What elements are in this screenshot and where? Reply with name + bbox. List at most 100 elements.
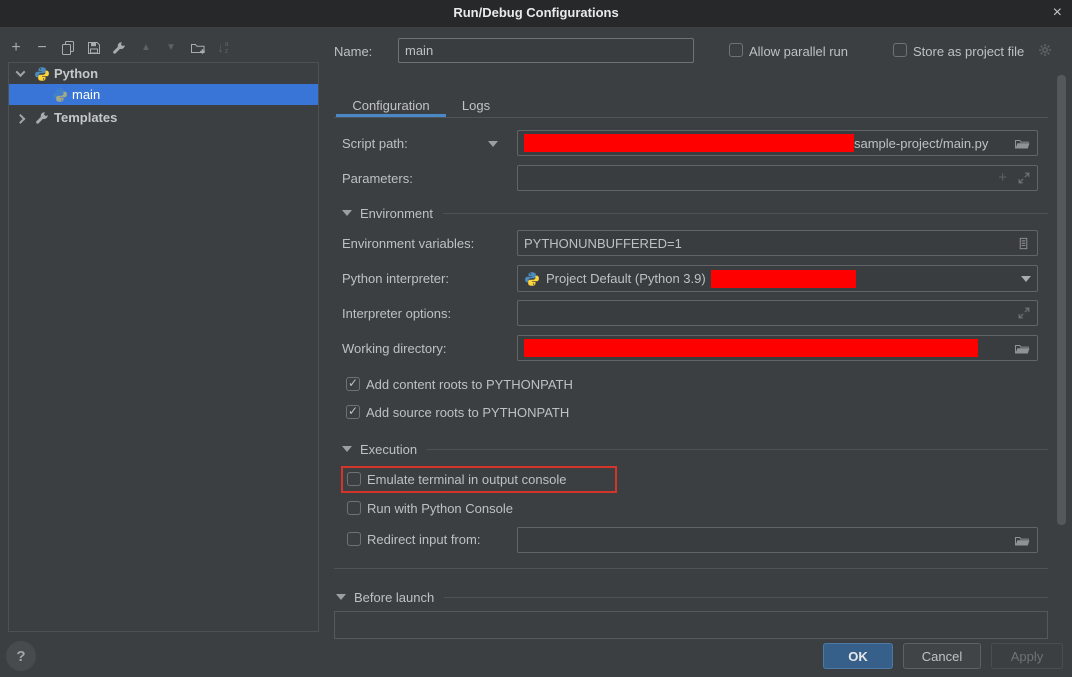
move-down-button[interactable]: ▼ (161, 38, 181, 58)
environment-variables-label: Environment variables: (342, 236, 474, 251)
save-icon (86, 40, 102, 56)
section-divider (443, 213, 1048, 214)
sort-configurations-button[interactable]: ↓ az (213, 38, 233, 58)
title-bar: Run/Debug Configurations × (0, 0, 1072, 27)
add-content-roots-label: Add content roots to PYTHONPATH (366, 377, 573, 392)
python-logo-icon (524, 271, 540, 287)
emulate-terminal-label: Emulate terminal in output console (367, 472, 566, 487)
redirect-input-input[interactable] (517, 527, 1038, 553)
dropdown-caret-icon[interactable] (1021, 276, 1031, 282)
move-down-icon: ▼ (166, 40, 176, 56)
minus-icon: − (37, 40, 46, 56)
python-interpreter-combobox[interactable]: Project Default (Python 3.9) (517, 265, 1038, 292)
before-launch-task-list[interactable] (334, 611, 1048, 639)
working-directory-label: Working directory: (342, 341, 447, 356)
before-launch-section-header: Before launch (336, 589, 1048, 605)
tabs-divider (334, 117, 1048, 118)
insert-macros-caret-icon[interactable] (488, 141, 498, 147)
tree-item-python[interactable]: Python (9, 63, 318, 84)
plus-icon: + (11, 40, 20, 56)
wrench-icon (111, 40, 127, 56)
redaction-overlay (711, 270, 856, 288)
edit-variables-list-icon[interactable] (1016, 236, 1031, 251)
store-as-project-file-checkbox[interactable] (893, 43, 907, 57)
add-content-roots-checkbox[interactable] (346, 377, 360, 391)
python-file-icon (52, 87, 68, 103)
edit-templates-button[interactable] (109, 38, 129, 58)
question-mark-icon: ? (16, 648, 25, 665)
new-folder-icon (190, 40, 207, 56)
browse-folder-icon[interactable] (1014, 341, 1031, 356)
section-title: Before launch (354, 590, 434, 605)
environment-variables-input[interactable]: PYTHONUNBUFFERED=1 (517, 230, 1038, 256)
allow-parallel-run-label: Allow parallel run (749, 44, 848, 59)
browse-folder-icon[interactable] (1014, 533, 1031, 548)
chevron-right-icon[interactable] (16, 114, 26, 124)
interpreter-options-label: Interpreter options: (342, 306, 451, 321)
script-path-input[interactable]: sample-project/main.py (517, 130, 1038, 156)
copy-configuration-button[interactable] (58, 38, 78, 58)
expand-field-icon[interactable] (1017, 306, 1031, 320)
environment-section-header: Environment (342, 205, 1048, 221)
sort-alphabetically-icon: ↓ az (217, 40, 228, 56)
python-interpreter-value: Project Default (Python 3.9) (546, 271, 706, 286)
collapse-caret-icon[interactable] (342, 446, 352, 452)
working-directory-input[interactable] (517, 335, 1038, 361)
tree-item-main[interactable]: main (9, 84, 318, 105)
parameters-input[interactable]: + (517, 165, 1038, 191)
name-value: main (405, 43, 433, 58)
tree-item-templates[interactable]: Templates (9, 107, 318, 128)
browse-folder-icon[interactable] (1014, 136, 1031, 151)
dialog-title: Run/Debug Configurations (0, 5, 1072, 20)
save-configuration-button[interactable] (84, 38, 104, 58)
vertical-scrollbar-thumb[interactable] (1057, 75, 1066, 525)
add-source-roots-label: Add source roots to PYTHONPATH (366, 405, 569, 420)
content-divider (334, 568, 1048, 569)
tree-item-label: Python (54, 66, 98, 81)
add-configuration-button[interactable]: + (6, 38, 26, 58)
redirect-input-label: Redirect input from: (367, 532, 480, 547)
create-folder-button[interactable] (188, 38, 208, 58)
copy-icon (60, 40, 76, 56)
add-source-roots-checkbox[interactable] (346, 405, 360, 419)
apply-button[interactable]: Apply (991, 643, 1063, 669)
interpreter-options-input[interactable] (517, 300, 1038, 326)
run-with-python-console-label: Run with Python Console (367, 501, 513, 516)
run-with-python-console-checkbox[interactable] (347, 501, 361, 515)
ok-button[interactable]: OK (823, 643, 893, 669)
parameters-label: Parameters: (342, 171, 413, 186)
collapse-caret-icon[interactable] (342, 210, 352, 216)
store-settings-gear-icon[interactable] (1037, 42, 1053, 58)
store-as-project-file-label: Store as project file (913, 44, 1024, 59)
script-path-value: sample-project/main.py (854, 136, 988, 151)
section-title: Environment (360, 206, 433, 221)
section-divider (427, 449, 1048, 450)
execution-section-header: Execution (342, 441, 1048, 457)
python-interpreter-label: Python interpreter: (342, 271, 449, 286)
help-button[interactable]: ? (6, 641, 36, 671)
cancel-button[interactable]: Cancel (903, 643, 981, 669)
expand-field-icon[interactable] (1017, 171, 1031, 185)
redaction-overlay (524, 134, 854, 152)
chevron-down-icon[interactable] (16, 67, 26, 77)
redirect-input-checkbox[interactable] (347, 532, 361, 546)
allow-parallel-run-checkbox[interactable] (729, 43, 743, 57)
tree-item-label: Templates (54, 110, 117, 125)
collapse-caret-icon[interactable] (336, 594, 346, 600)
section-title: Execution (360, 442, 417, 457)
python-logo-icon (34, 66, 50, 82)
emulate-terminal-checkbox[interactable] (347, 472, 361, 486)
run-debug-configurations-dialog: Run/Debug Configurations × + − ▲ ▼ ↓ (0, 0, 1072, 677)
remove-configuration-button[interactable]: − (32, 38, 52, 58)
redaction-overlay (524, 339, 978, 357)
environment-variables-value: PYTHONUNBUFFERED=1 (524, 236, 682, 251)
name-input[interactable]: main (398, 38, 694, 63)
tree-item-label: main (72, 87, 100, 102)
configurations-tree (8, 62, 319, 632)
section-divider (444, 597, 1048, 598)
close-icon[interactable]: × (1053, 3, 1062, 23)
add-macro-plus-icon[interactable]: + (998, 170, 1007, 186)
tab-logs[interactable]: Logs (446, 93, 506, 117)
move-up-icon: ▲ (141, 40, 151, 56)
move-up-button[interactable]: ▲ (136, 38, 156, 58)
